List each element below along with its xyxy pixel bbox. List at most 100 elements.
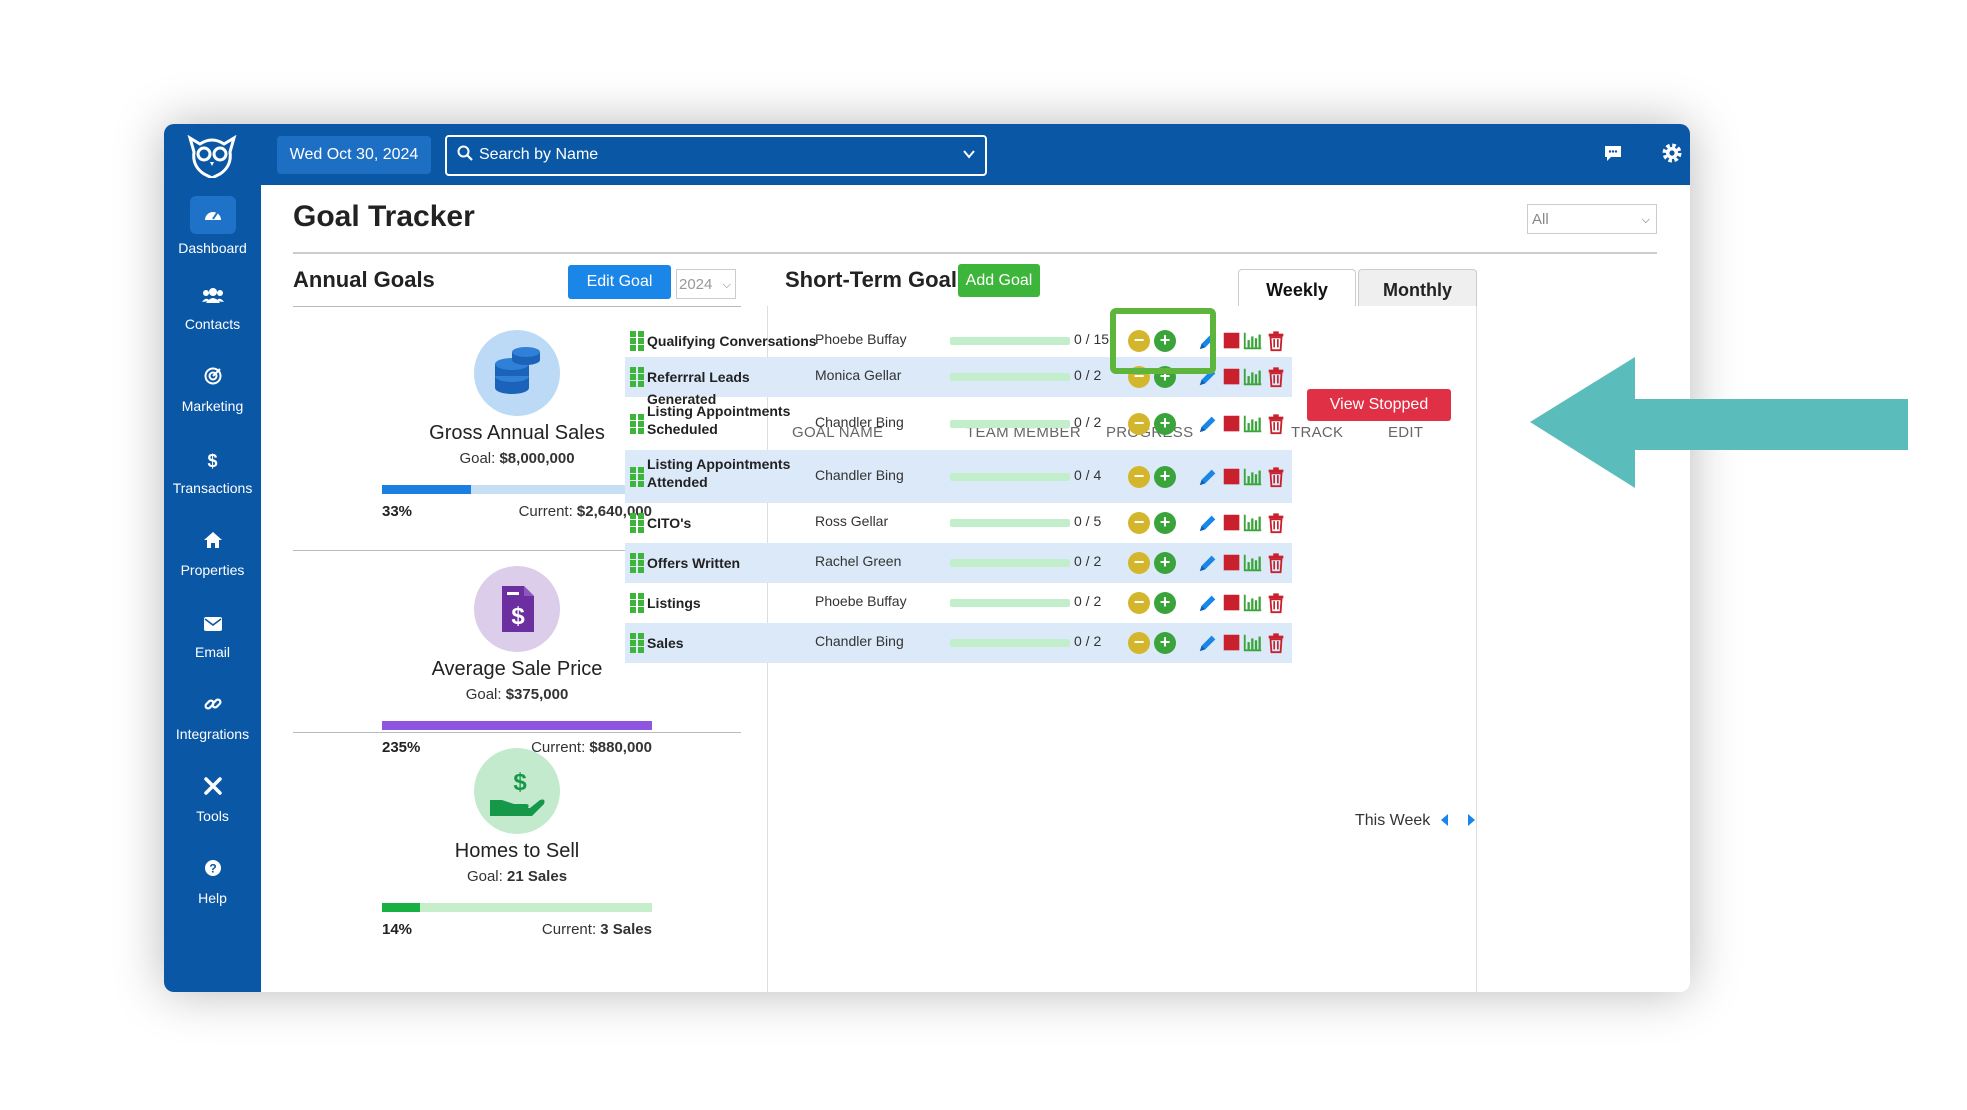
view-stopped-goals-button[interactable]: View Stopped Goals [1307,389,1451,445]
pencil-icon[interactable] [1197,512,1219,534]
drag-handle-icon[interactable] [629,330,645,352]
progress-text: 0 / 2 [1074,367,1102,383]
svg-text:?: ? [209,862,216,876]
trash-icon[interactable] [1265,330,1287,352]
drag-handle-icon[interactable] [629,512,645,534]
progress-text: 0 / 2 [1074,553,1102,569]
drag-handle-icon[interactable] [629,413,645,435]
trash-icon[interactable] [1265,366,1287,388]
sidebar-item-marketing[interactable]: Marketing [164,366,261,438]
goal-target-label: Goal: [459,450,500,467]
edit-goal-button[interactable]: Edit Goal [568,265,671,299]
goal-progress-fill [382,721,652,730]
progress-bar [950,559,1070,567]
sidebar-item-email[interactable]: Email [164,612,261,684]
stop-icon[interactable] [1221,632,1243,654]
drag-handle-icon[interactable] [629,366,645,388]
chart-icon[interactable] [1242,330,1264,352]
sidebar-item-dashboard[interactable]: Dashboard [164,196,261,268]
drag-handle-icon[interactable] [629,552,645,574]
drag-handle-icon[interactable] [629,592,645,614]
stop-icon[interactable] [1221,512,1243,534]
stop-icon[interactable] [1221,330,1243,352]
chart-icon[interactable] [1242,466,1264,488]
target-icon [200,366,226,392]
goal-progress-fill [382,485,472,494]
chat-icon[interactable] [1600,140,1626,166]
sidebar-item-properties[interactable]: Properties [164,530,261,602]
pencil-icon[interactable] [1197,632,1219,654]
sidebar-item-tools[interactable]: Tools [164,776,261,848]
sidebar-item-label: Contacts [184,316,241,332]
owl-logo[interactable] [184,132,240,178]
increment-button[interactable]: + [1154,632,1176,654]
increment-button[interactable]: + [1154,512,1176,534]
search-input[interactable]: Search by Name [445,135,987,176]
tab-monthly[interactable]: Monthly [1358,269,1477,306]
stop-icon[interactable] [1221,592,1243,614]
table-row: Listing Appointments Scheduled Chandler B… [625,397,1292,450]
chevron-down-icon: ⌵ [722,279,731,291]
chart-icon[interactable] [1242,632,1264,654]
chart-icon[interactable] [1242,512,1264,534]
progress-text: 0 / 2 [1074,413,1102,430]
decrement-button[interactable]: − [1128,552,1150,574]
stop-icon[interactable] [1221,466,1243,488]
progress-bar [950,599,1070,607]
pencil-icon[interactable] [1197,413,1219,435]
chart-icon[interactable] [1242,592,1264,614]
sidebar-item-label: Email [194,644,230,660]
pencil-icon[interactable] [1197,552,1219,574]
increment-button[interactable]: + [1154,465,1176,488]
decrement-button[interactable]: − [1128,465,1150,488]
chart-icon[interactable] [1242,413,1264,435]
trash-icon[interactable] [1265,512,1287,534]
gear-icon[interactable] [1659,140,1685,166]
pencil-icon[interactable] [1197,466,1219,488]
trash-icon[interactable] [1265,413,1287,435]
caret-right-icon[interactable] [1465,813,1477,827]
stop-icon[interactable] [1221,413,1243,435]
sidebar-item-transactions[interactable]: $ Transactions [164,448,261,520]
add-goal-button[interactable]: Add Goal [958,264,1040,297]
increment-button[interactable]: + [1154,412,1176,435]
increment-button[interactable]: + [1154,552,1176,574]
short-term-goals-title: Short-Term Goals [785,267,970,292]
sidebar-item-label: Help [198,890,227,906]
increment-button[interactable]: + [1154,592,1176,614]
sidebar-item-integrations[interactable]: Integrations [164,694,261,766]
goal-current-label: Current: [518,503,577,520]
drag-handle-icon[interactable] [629,466,645,488]
progress-bar [950,472,1070,481]
sidebar-item-help[interactable]: ? Help [164,858,261,930]
goal-target: Goal: 21 Sales [293,868,741,885]
trash-icon[interactable] [1265,552,1287,574]
date-button[interactable]: Wed Oct 30, 2024 [277,136,431,174]
stop-icon[interactable] [1221,552,1243,574]
sidebar-item-label: Tools [196,808,229,824]
trash-icon[interactable] [1265,592,1287,614]
chart-icon[interactable] [1242,366,1264,388]
trash-icon[interactable] [1265,466,1287,488]
goal-target-value: 21 Sales [506,868,568,885]
pencil-icon[interactable] [1197,592,1219,614]
year-select[interactable]: 2024 ⌵ [676,269,736,299]
decrement-button[interactable]: − [1128,592,1150,614]
decrement-button[interactable]: − [1128,632,1150,654]
sidebar-item-contacts[interactable]: Contacts [164,284,261,356]
team-filter-select[interactable]: All ⌵ [1527,204,1657,234]
goal-progress-fill [382,903,420,912]
track-highlight-box [1110,308,1216,374]
goal-name: Sales [647,635,684,651]
trash-icon[interactable] [1265,632,1287,654]
decrement-button[interactable]: − [1128,412,1150,435]
goal-current: Current: 3 Sales [542,921,652,938]
chart-icon[interactable] [1242,552,1264,574]
annual-goal-card: $ Homes to Sell Goal: 21 Sales 14% Curre… [293,748,741,973]
caret-left-icon[interactable] [1439,813,1451,827]
drag-handle-icon[interactable] [629,632,645,654]
table-row: Sales Chandler Bing 0 / 2 − + [625,623,1292,663]
decrement-button[interactable]: − [1128,512,1150,534]
tab-weekly[interactable]: Weekly [1238,269,1356,306]
stop-icon[interactable] [1221,366,1243,388]
